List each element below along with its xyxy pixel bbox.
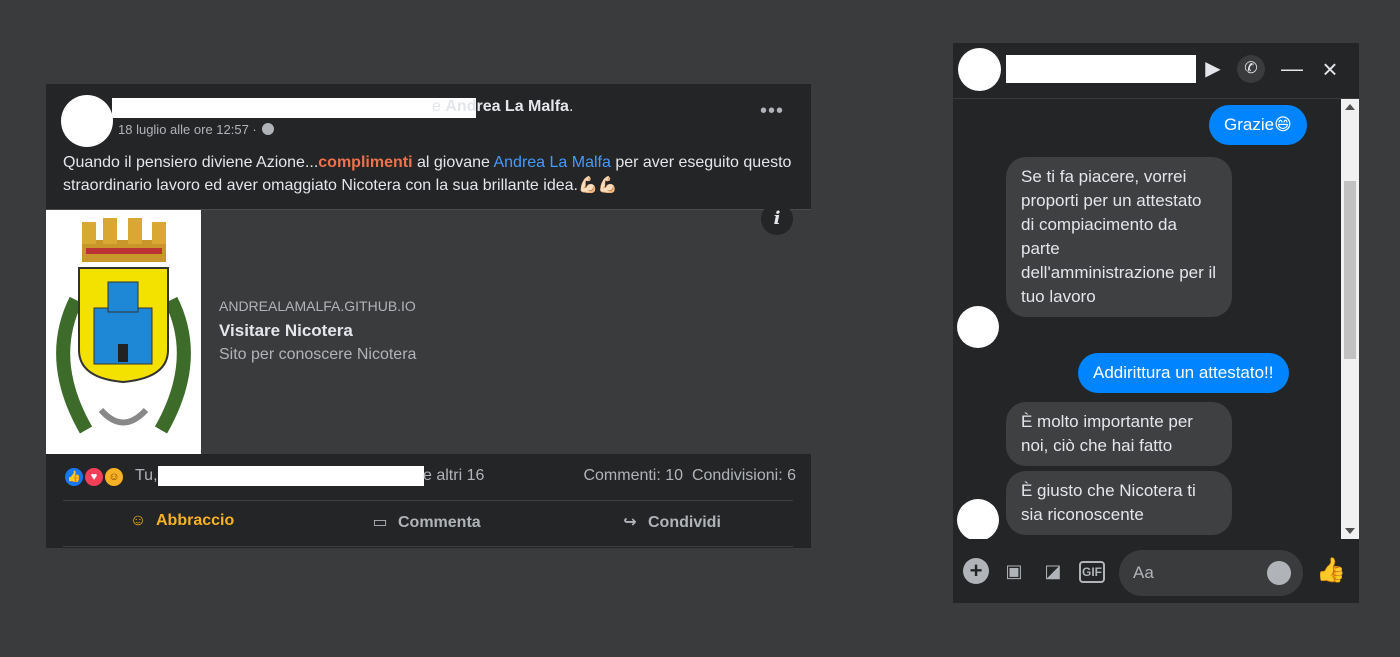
hug-label: Abbraccio: [156, 512, 235, 529]
post-author-line: e Andrea La Malfa.: [432, 98, 573, 116]
post-text-part2: al giovane: [412, 154, 494, 171]
author-suffix: .: [568, 98, 574, 115]
comments-count[interactable]: Commenti: 10: [583, 467, 683, 484]
plus-icon[interactable]: +: [963, 558, 989, 584]
link-title[interactable]: Visitare Nicotera: [219, 321, 353, 341]
sticker-icon[interactable]: ◪: [1040, 558, 1066, 584]
like-reaction-icon: 👍: [64, 467, 84, 487]
link-preview-card[interactable]: ANDREALAMALFA.GITHUB.IO Visitare Nicoter…: [46, 209, 811, 454]
author-name-link[interactable]: Andrea La Malfa: [445, 98, 569, 115]
emoji-icon[interactable]: [1267, 561, 1291, 585]
redacted-reactor-names: [158, 466, 424, 486]
post-body-text: Quando il pensiero diviene Azione...comp…: [63, 151, 803, 197]
message-incoming[interactable]: È molto importante per noi, ciò che hai …: [1006, 402, 1232, 466]
message-composer: + ▣ ◪ GIF Aa 👍: [953, 540, 1359, 603]
care-reaction-icon: ☺: [104, 467, 124, 487]
post-text-emoji: 💪🏻💪🏻: [577, 177, 618, 194]
hug-button[interactable]: ☺ Abbraccio: [128, 512, 234, 536]
message-outgoing[interactable]: Grazie😄: [1209, 105, 1307, 145]
contact-avatar[interactable]: [958, 48, 1001, 91]
divider: [63, 500, 793, 501]
reactors-others[interactable]: e altri 16: [423, 467, 484, 485]
share-label: Condividi: [648, 514, 721, 531]
post-text-part1: Quando il pensiero diviene Azione...: [63, 154, 319, 171]
love-reaction-icon: ♥: [84, 467, 104, 487]
share-button[interactable]: ↪ Condividi: [620, 512, 721, 536]
redacted-author-names: [112, 98, 476, 118]
author-joiner: e: [432, 98, 441, 115]
more-options-icon[interactable]: •••: [760, 101, 784, 121]
link-description: Sito per conoscere Nicotera: [219, 346, 417, 363]
timestamp-text[interactable]: 18 luglio alle ore 12:57 ·: [118, 122, 257, 137]
post-timestamp: 18 luglio alle ore 12:57 ·: [118, 122, 275, 137]
minimize-icon[interactable]: —: [1278, 55, 1306, 83]
contact-avatar-small: [957, 499, 999, 539]
message-outgoing[interactable]: Addirittura un attestato!!: [1078, 353, 1289, 393]
reactors-prefix: Tu,: [135, 467, 158, 484]
coat-of-arms-image: [46, 210, 201, 454]
video-call-icon[interactable]: ▶: [1199, 55, 1227, 83]
comment-label: Commenta: [398, 514, 481, 531]
phone-call-icon[interactable]: ✆: [1237, 55, 1265, 83]
chat-header: ▶ ✆ — ×: [953, 43, 1359, 99]
shares-count[interactable]: Condivisioni: 6: [692, 467, 796, 484]
scroll-down-icon[interactable]: [1345, 528, 1355, 534]
facebook-post: e Andrea La Malfa. 18 luglio alle ore 12…: [46, 84, 811, 548]
contact-avatar-small: [957, 306, 999, 348]
messenger-chat-window: ▶ ✆ — × Grazie😄 Se ti fa piacere, vorrei…: [953, 43, 1359, 603]
close-icon[interactable]: ×: [1316, 55, 1344, 83]
message-list: Grazie😄 Se ti fa piacere, vorrei proport…: [953, 99, 1341, 539]
message-incoming[interactable]: È giusto che Nicotera ti sia riconoscent…: [1006, 471, 1232, 535]
link-domain: ANDREALAMALFA.GITHUB.IO: [219, 298, 416, 314]
share-icon: ↪: [623, 514, 637, 531]
mention-link[interactable]: Andrea La Malfa: [493, 154, 610, 171]
message-input[interactable]: Aa: [1119, 550, 1303, 596]
globe-icon: [262, 123, 275, 135]
post-counts: Commenti: 10 Condivisioni: 6: [583, 467, 796, 485]
post-author-avatar[interactable]: [61, 95, 113, 147]
message-incoming[interactable]: Se ti fa piacere, vorrei proporti per un…: [1006, 157, 1232, 317]
scroll-up-icon[interactable]: [1345, 104, 1355, 110]
reactions-summary[interactable]: 👍 ♥ ☺ Tu, e altri 16 Commenti: 10 Condiv…: [64, 466, 796, 488]
thumbs-up-icon[interactable]: 👍: [1316, 556, 1346, 585]
photo-icon[interactable]: ▣: [1001, 558, 1027, 584]
redacted-contact-name[interactable]: [1006, 55, 1196, 83]
message-input-placeholder: Aa: [1133, 563, 1154, 582]
comment-icon: ▭: [372, 514, 388, 531]
care-icon: ☺: [129, 512, 147, 529]
comment-button[interactable]: ▭ Commenta: [370, 512, 481, 536]
gif-icon[interactable]: GIF: [1079, 561, 1105, 583]
post-text-highlight: complimenti: [318, 154, 413, 171]
divider: [63, 546, 793, 547]
scrollbar-thumb[interactable]: [1344, 181, 1356, 359]
info-icon[interactable]: i: [761, 203, 793, 235]
message-scrollbar[interactable]: [1341, 99, 1359, 539]
